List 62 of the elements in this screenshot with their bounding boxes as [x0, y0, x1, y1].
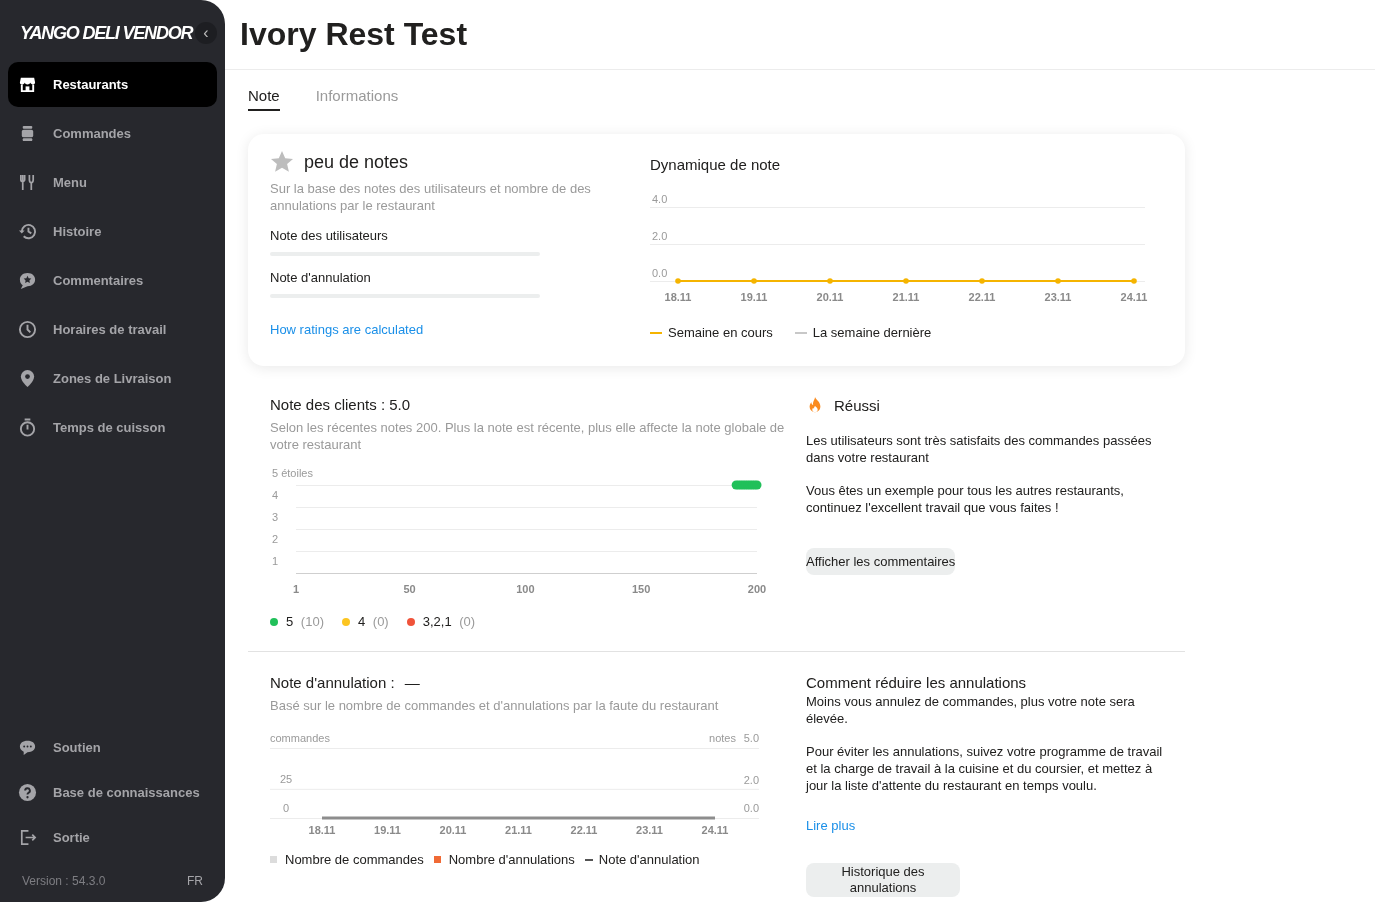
axis-tick: 4 — [272, 489, 279, 501]
axis-tick: 24.11 — [1120, 291, 1148, 303]
axis-tick: 19.11 — [740, 291, 768, 303]
cancel-rating-value: — — [404, 674, 420, 691]
language-code: FR — [187, 874, 203, 888]
status-text: Vous êtes un exemple pour tous les autres restaurants, continuez l'excellent travail que vous faites ! — [806, 482, 1125, 516]
section-title: Comment réduire les annulations — [806, 674, 1028, 691]
tips-text: Moins vous annulez de commandes, plus votre note sera élevée. — [806, 693, 1136, 727]
chart-title: Dynamique de note — [650, 156, 782, 173]
card-description: Sur la base des notes des utilisateurs et nombre de des annulations par le restaurant — [270, 180, 592, 214]
legend-item: 3,2,1 (0) — [406, 614, 476, 629]
axis-tick: 0.0 — [652, 267, 668, 279]
legend-item: Nombre de commandes — [270, 852, 424, 867]
axis-tick: 0 — [282, 802, 290, 814]
axis-tick: 18.11 — [664, 291, 692, 303]
axis-label: commandes — [270, 732, 330, 744]
legend-item: 4 (0) — [341, 614, 389, 629]
tips-text: Pour éviter les annulations, suivez votre programme de travail et la charge de travail à la cuisine et du coursier, et mettez à jour la liste d'attente du restaurant en temps voulu. — [806, 743, 1164, 794]
axis-tick: 25 — [279, 772, 293, 785]
section-description: Basé sur le nombre de commandes et d'annulations par la faute du restaurant — [270, 697, 720, 714]
axis-tick: 24.11 — [701, 824, 729, 836]
card-title: peu de notes — [304, 151, 409, 173]
axis-tick: 22.11 — [570, 824, 598, 836]
legend-item: La semaine dernière — [794, 325, 932, 340]
legend-item: 5 (10) — [270, 614, 324, 629]
axis-tick: 3 — [272, 511, 279, 523]
axis-label: notes — [709, 732, 736, 744]
status-text: Les utilisateurs sont très satisfaits des commandes passées dans votre restaurant — [806, 432, 1153, 466]
axis-tick: 100 — [516, 583, 535, 595]
legend-item: Semaine en cours — [650, 325, 773, 340]
section-title: Note des clients : 5.0 — [270, 396, 412, 413]
axis-tick: 20.11 — [816, 291, 844, 303]
axis-tick: 0.0 — [743, 802, 759, 814]
logo: YANGO DELI VENDOR — [20, 22, 193, 44]
axis-tick: 21.11 — [892, 291, 920, 303]
axis-tick: 18.11 — [308, 824, 336, 836]
axis-tick: 2.0 — [652, 230, 668, 242]
axis-tick: 23.11 — [1044, 291, 1072, 303]
metric-label: Note d'annulation — [270, 270, 372, 285]
axis-tick: 23.11 — [636, 824, 663, 836]
axis-tick: 20.11 — [439, 824, 467, 836]
axis-tick: 50 — [403, 583, 416, 595]
status-title: Réussi — [834, 396, 880, 414]
axis-tick: 5 étoiles — [272, 467, 313, 479]
section-title: Note d'annulation : — [270, 674, 395, 691]
metric-label: Note des utilisateurs — [270, 228, 389, 243]
axis-tick: 2.0 — [743, 774, 759, 786]
axis-tick: 4.0 — [652, 193, 668, 205]
legend-item: Note d'annulation — [584, 852, 700, 867]
axis-tick: 19.11 — [374, 824, 401, 836]
axis-tick: 5.0 — [743, 732, 759, 744]
page-title: Ivory Rest Test — [240, 16, 468, 53]
legend-item: Nombre d'annulations — [433, 852, 575, 867]
axis-tick: 1 — [292, 583, 300, 595]
version-text: Version : 54.3.0 — [22, 874, 106, 888]
axis-tick: 200 — [747, 583, 767, 595]
axis-tick: 150 — [632, 583, 651, 595]
axis-tick: 2 — [272, 533, 279, 545]
section-description: Selon les récentes notes 200. Plus la note est récente, plus elle affecte la note globale de votre restaurant — [270, 419, 785, 453]
axis-tick: 22.11 — [968, 291, 996, 303]
axis-tick: 21.11 — [505, 824, 532, 836]
axis-tick: 1 — [272, 555, 279, 567]
